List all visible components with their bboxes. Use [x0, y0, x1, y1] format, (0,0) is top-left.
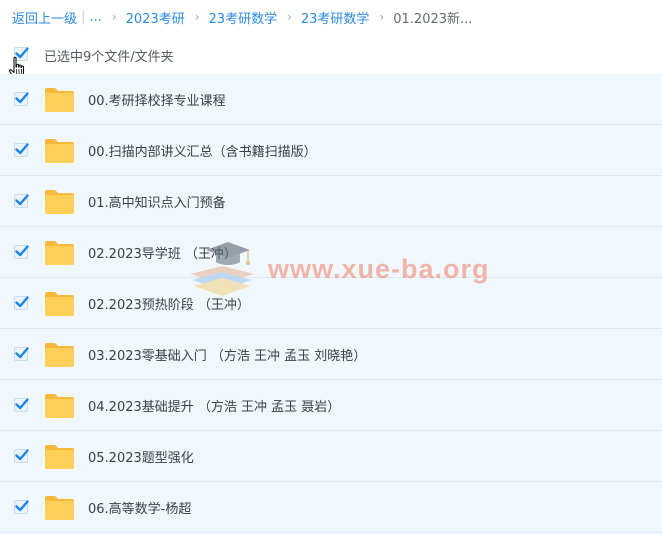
selection-bar: 已选中9个文件/文件夹 [0, 38, 662, 72]
folder-icon [45, 241, 74, 265]
file-name[interactable]: 03.2023零基础入门 （方浩 王冲 孟玉 刘晓艳） [88, 345, 366, 364]
selection-count: 已选中9个文件/文件夹 [44, 50, 174, 65]
row-checkbox[interactable] [14, 398, 29, 412]
file-row[interactable]: 05.2023题型强化 [0, 431, 662, 482]
breadcrumb-item[interactable]: 2023考研 [126, 8, 185, 27]
folder-icon [45, 139, 74, 163]
row-checkbox[interactable] [14, 449, 29, 463]
row-checkbox[interactable] [14, 347, 29, 361]
checkmark-icon [15, 296, 29, 308]
chevron-right-icon: › [111, 10, 117, 24]
file-name[interactable]: 02.2023预热阶段 （王冲） [88, 294, 250, 313]
file-row[interactable]: 00.扫描内部讲义汇总（含书籍扫描版） [0, 125, 662, 176]
row-checkbox[interactable] [14, 143, 29, 157]
checkmark-icon [15, 194, 29, 206]
file-name[interactable]: 00.扫描内部讲义汇总（含书籍扫描版） [88, 141, 317, 160]
folder-icon [45, 88, 74, 112]
folder-icon [45, 445, 74, 469]
folder-icon [45, 394, 74, 418]
checkmark-icon [15, 92, 29, 104]
file-row[interactable]: 03.2023零基础入门 （方浩 王冲 孟玉 刘晓艳） [0, 329, 662, 380]
file-row[interactable]: 02.2023导学班 （王冲） [0, 227, 662, 278]
file-row[interactable]: 00.考研择校择专业课程 [0, 74, 662, 125]
file-name[interactable]: 06.高等数学-杨超 [88, 498, 191, 517]
breadcrumb-item[interactable]: 23考研数学 [209, 8, 278, 27]
row-checkbox[interactable] [14, 296, 29, 310]
file-row[interactable]: 06.高等数学-杨超 [0, 482, 662, 533]
file-name[interactable]: 00.考研择校择专业课程 [88, 90, 226, 109]
back-link[interactable]: 返回上一级 [12, 8, 77, 27]
checkmark-icon [15, 143, 29, 155]
checkmark-icon [15, 500, 29, 512]
file-row[interactable]: 02.2023预热阶段 （王冲） [0, 278, 662, 329]
file-browser: 返回上一级 | ... › 2023考研 › 23考研数学 › 23考研数学 ›… [0, 0, 662, 543]
folder-icon [45, 496, 74, 520]
breadcrumb-current: 01.2023新... [393, 11, 473, 27]
row-checkbox[interactable] [14, 500, 29, 514]
checkmark-icon [15, 347, 29, 359]
row-checkbox[interactable] [14, 245, 29, 259]
breadcrumb: 返回上一级 | ... › 2023考研 › 23考研数学 › 23考研数学 ›… [12, 6, 472, 28]
file-name[interactable]: 05.2023题型强化 [88, 447, 194, 466]
breadcrumb-divider: | [81, 9, 86, 25]
folder-icon [45, 190, 74, 214]
folder-icon [45, 343, 74, 367]
file-name[interactable]: 04.2023基础提升 （方浩 王冲 孟玉 聂岩） [88, 396, 340, 415]
breadcrumb-ellipsis[interactable]: ... [89, 10, 101, 25]
folder-icon [45, 292, 74, 316]
file-list: 00.考研择校择专业课程 00.扫描内部讲义汇总（含书籍扫描版） 01.高中知识点入… [0, 74, 662, 533]
file-name[interactable]: 01.高中知识点入门预备 [88, 192, 226, 211]
checkmark-icon [15, 449, 29, 461]
row-checkbox[interactable] [14, 194, 29, 208]
breadcrumb-item[interactable]: 23考研数学 [301, 8, 370, 27]
file-row[interactable]: 04.2023基础提升 （方浩 王冲 孟玉 聂岩） [0, 380, 662, 431]
row-checkbox[interactable] [14, 92, 29, 106]
file-name[interactable]: 02.2023导学班 （王冲） [88, 243, 237, 262]
chevron-right-icon: › [194, 10, 200, 24]
checkmark-icon [15, 245, 29, 257]
file-row[interactable]: 01.高中知识点入门预备 [0, 176, 662, 227]
checkmark-icon [15, 398, 29, 410]
chevron-right-icon: › [287, 10, 292, 24]
chevron-right-icon: › [379, 10, 385, 24]
